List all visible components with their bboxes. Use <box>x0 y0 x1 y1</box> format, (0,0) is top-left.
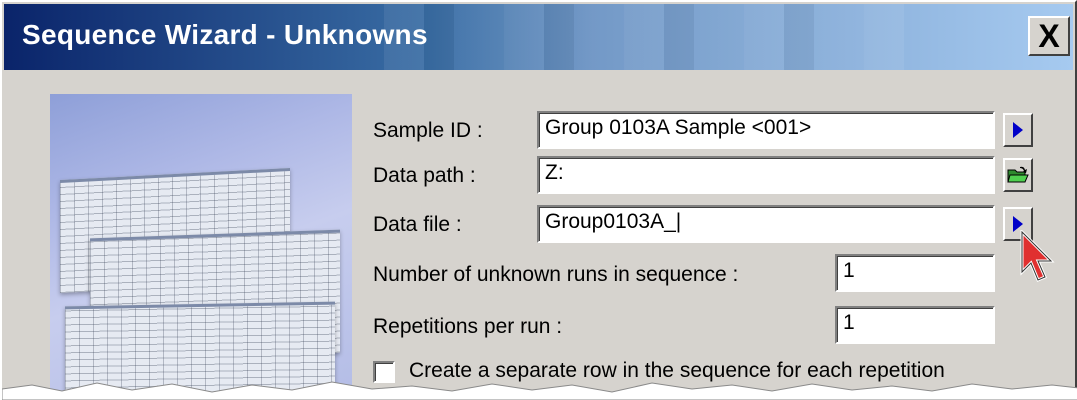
play-arrow-icon <box>1013 122 1023 138</box>
data-path-input[interactable]: Z: <box>537 156 995 194</box>
data-path-label: Data path : <box>373 164 476 187</box>
sample-id-input[interactable]: Group 0103A Sample <001> <box>537 111 995 149</box>
unknown-runs-input[interactable]: 1 <box>835 254 995 292</box>
browse-folder-button[interactable] <box>1003 158 1033 192</box>
sample-id-label: Sample ID : <box>373 119 483 142</box>
open-folder-icon <box>1007 166 1029 183</box>
torn-edge <box>2 381 1077 400</box>
title-bar: Sequence Wizard - Unknowns X <box>4 4 1073 70</box>
repetitions-label: Repetitions per run : <box>373 315 563 338</box>
wizard-illustration <box>50 94 352 394</box>
mouse-pointer-icon <box>1020 230 1055 282</box>
repetitions-input[interactable]: 1 <box>835 306 995 344</box>
sample-id-options-button[interactable] <box>1003 113 1033 147</box>
data-file-input[interactable]: Group0103A_| <box>537 205 995 243</box>
data-file-label: Data file : <box>373 213 462 236</box>
unknown-runs-label: Number of unknown runs in sequence : <box>373 263 739 286</box>
close-button[interactable]: X <box>1028 16 1070 56</box>
close-icon: X <box>1038 18 1060 54</box>
window-title: Sequence Wizard - Unknowns <box>22 19 428 50</box>
sequence-wizard-dialog: Sequence Wizard - Unknowns X Sample ID :… <box>0 0 1077 400</box>
